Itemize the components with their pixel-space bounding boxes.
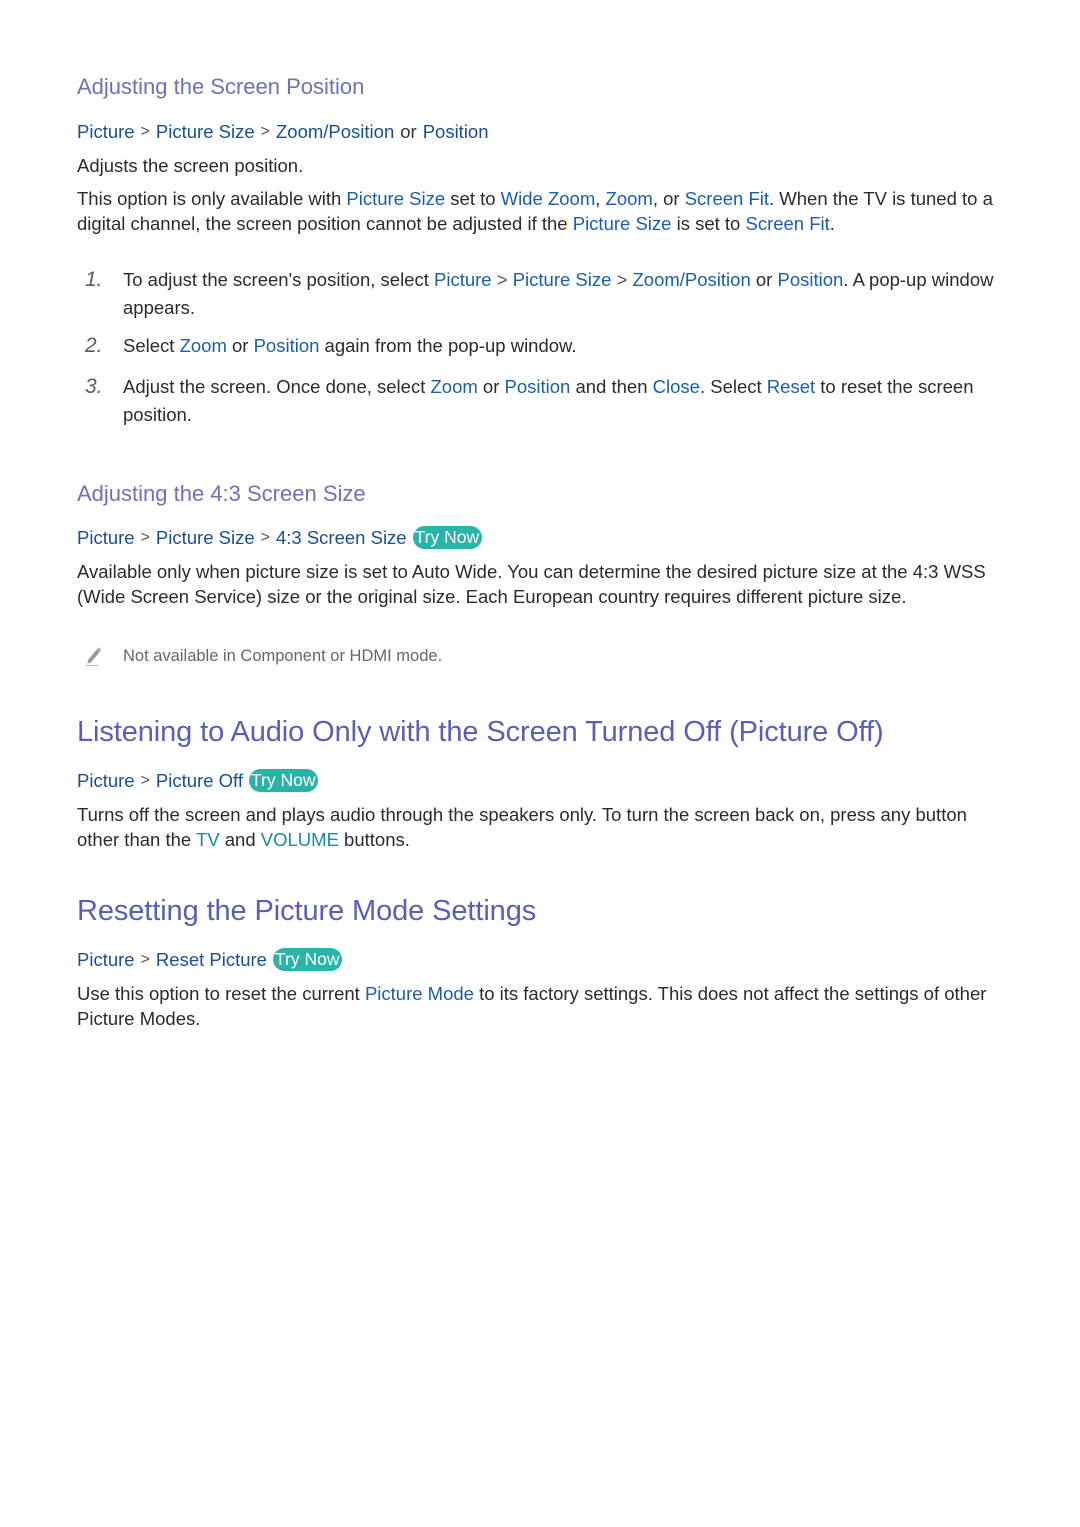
menu-path-reset-picture: Picture > Reset Picture Try Now	[77, 948, 343, 971]
chevron-right-icon: >	[140, 950, 150, 968]
pencil-icon	[86, 647, 102, 667]
path-item[interactable]: Picture Size	[156, 527, 255, 549]
section-heading-screen-position: Adjusting the Screen Position	[77, 74, 365, 99]
menu-path-picture-off: Picture > Picture Off Try Now	[77, 769, 319, 792]
step-3: 3. Adjust the screen. Once done, select …	[85, 375, 974, 425]
path-item[interactable]: Picture	[77, 949, 135, 971]
reset-description: Use this option to reset the current Pic…	[77, 983, 987, 1029]
step-2: 2. Select Zoom or Position again from th…	[77, 332, 1007, 360]
path-item[interactable]: Picture	[77, 770, 135, 792]
intro-text: Adjusts the screen position.	[77, 155, 304, 176]
step-number: 1.	[85, 268, 103, 291]
screen-43-description: Available only when picture size is set …	[77, 561, 986, 607]
try-now-button[interactable]: Try Now	[272, 948, 343, 971]
menu-path-43-screen-size: Picture > Picture Size > 4:3 Screen Size…	[77, 526, 483, 549]
path-item[interactable]: 4:3 Screen Size	[276, 527, 407, 549]
path-item[interactable]: Zoom/Position	[276, 121, 394, 143]
section-heading-43-screen-size: Adjusting the 4:3 Screen Size	[77, 481, 366, 506]
picture-off-description: Turns off the screen and plays audio thr…	[77, 804, 967, 850]
section-heading-picture-off: Listening to Audio Only with the Screen …	[77, 716, 884, 748]
chevron-right-icon: >	[140, 123, 150, 140]
chevron-right-icon: >	[140, 528, 150, 546]
note: Not available in Component or HDMI mode.	[77, 645, 442, 667]
chevron-right-icon: >	[260, 123, 270, 140]
chevron-right-icon: >	[616, 269, 628, 290]
path-item[interactable]: Picture Off	[156, 770, 243, 792]
step-number: 2.	[85, 334, 103, 357]
try-now-button[interactable]: Try Now	[412, 526, 483, 549]
path-item[interactable]: Picture Size	[156, 121, 255, 143]
step-number: 3.	[85, 375, 103, 398]
screen-position-description: This option is only available with Pictu…	[77, 188, 993, 234]
note-text: Not available in Component or HDMI mode.	[123, 646, 443, 665]
path-item[interactable]: Picture	[77, 121, 135, 143]
path-item[interactable]: Reset Picture	[156, 949, 267, 971]
path-item[interactable]: Position	[423, 121, 489, 143]
path-item[interactable]: Picture	[77, 527, 135, 549]
path-or: or	[400, 121, 417, 142]
chevron-right-icon: >	[496, 269, 508, 290]
try-now-button[interactable]: Try Now	[248, 769, 319, 792]
chevron-right-icon: >	[140, 771, 150, 789]
chevron-right-icon: >	[260, 528, 270, 546]
menu-path-screen-position: Picture > Picture Size > Zoom/Position o…	[77, 121, 489, 143]
step-1: 1. To adjust the screen's position, sele…	[85, 268, 994, 318]
section-heading-reset-picture: Resetting the Picture Mode Settings	[77, 895, 537, 927]
